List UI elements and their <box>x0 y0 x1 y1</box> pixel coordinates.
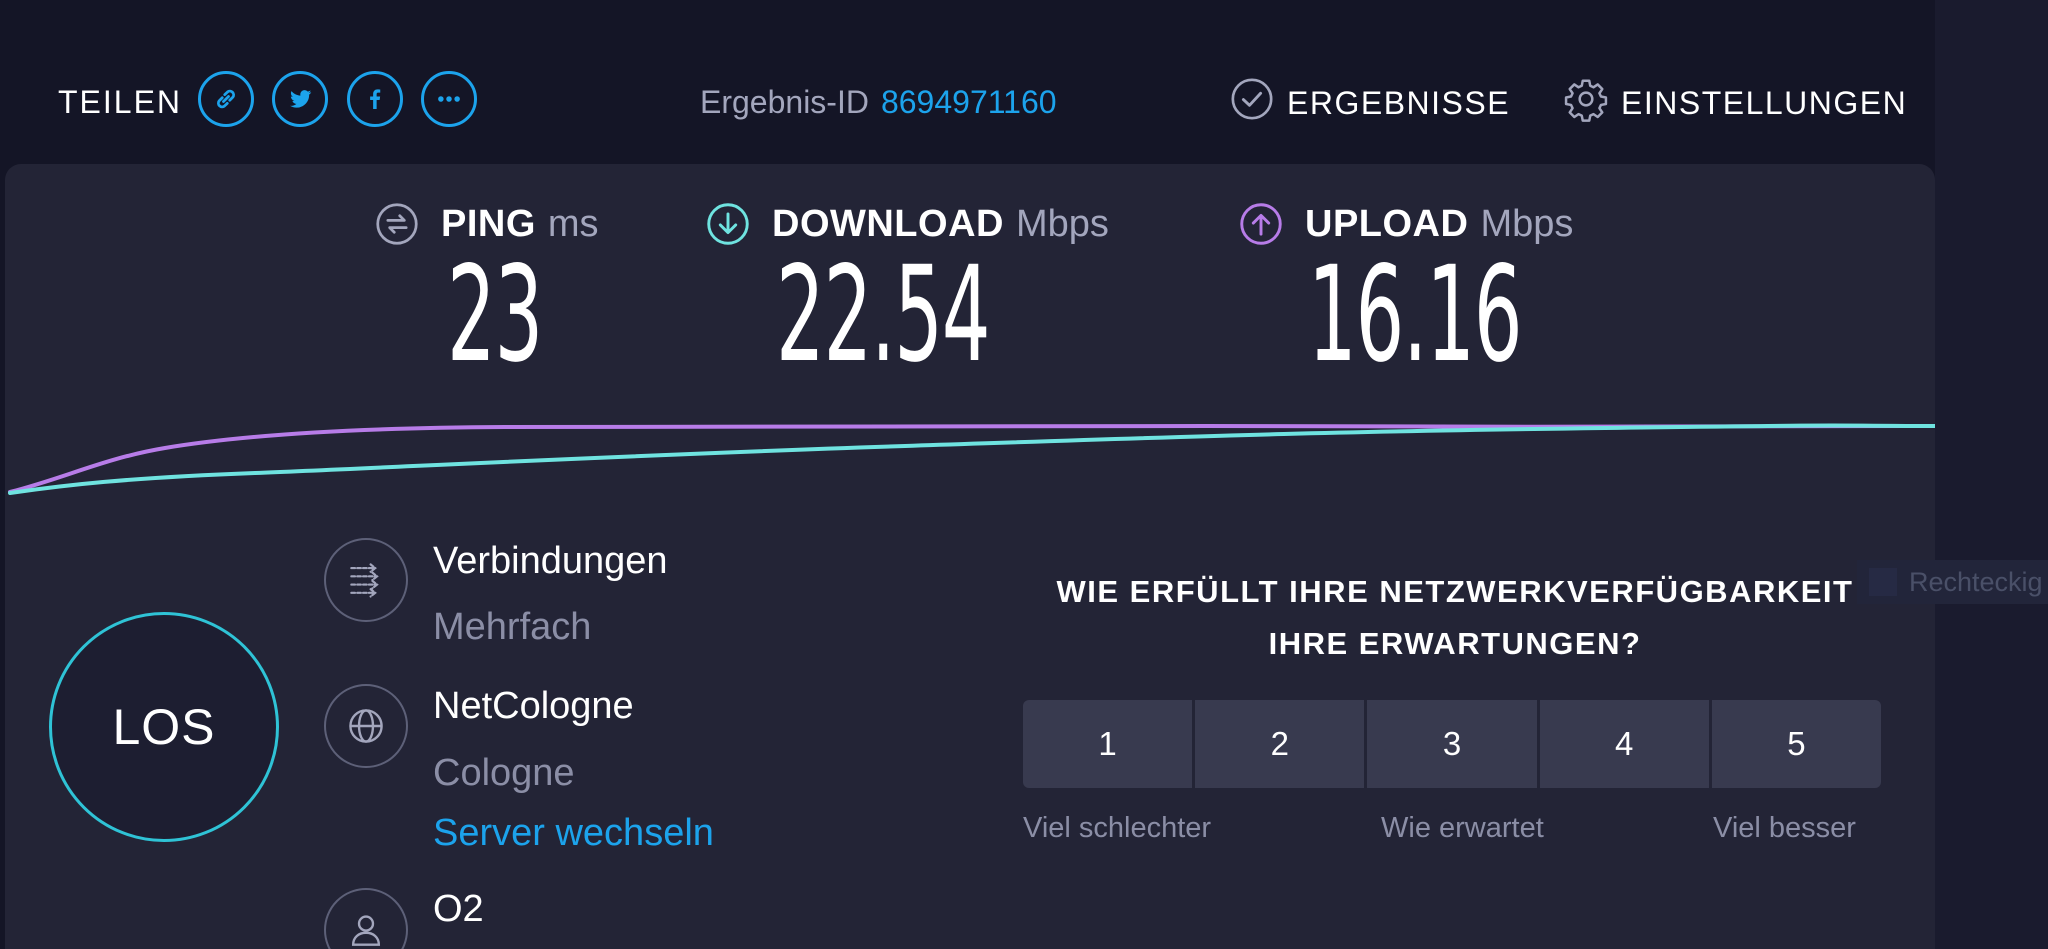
connections-value: Mehrfach <box>433 606 592 648</box>
rating-button-2[interactable]: 2 <box>1195 700 1365 788</box>
user-icon <box>351 915 381 946</box>
globe-icon <box>349 709 383 743</box>
speedtest-page: TEILEN Ergebnis-ID 8694971160 ERGEBNISSE… <box>0 0 2048 949</box>
download-value: 22.54 <box>776 238 991 392</box>
check-circle-icon <box>1231 78 1273 120</box>
facebook-icon <box>370 89 381 109</box>
result-id-link[interactable]: 8694971160 <box>881 84 1057 120</box>
connections-icon <box>350 563 379 598</box>
twitter-icon <box>290 90 312 108</box>
connections-title: Verbindungen <box>433 540 668 582</box>
upload-icon <box>1240 203 1282 245</box>
gear-icon <box>1564 79 1608 122</box>
upload-graph-line <box>8 423 1935 494</box>
scale-high-label: Viel besser <box>1713 812 1856 844</box>
share-label: TEILEN <box>58 84 183 120</box>
share-twitter-button[interactable] <box>272 71 328 127</box>
ping-value: 23 <box>447 238 543 392</box>
rating-button-5[interactable]: 5 <box>1711 700 1882 788</box>
rating-button-3[interactable]: 3 <box>1367 700 1537 788</box>
result-id-label: Ergebnis-ID <box>700 84 869 120</box>
scale-low-label: Viel schlechter <box>1023 812 1212 844</box>
side-background <box>1935 0 2048 949</box>
overlay-tooltip-text: Rechteckig <box>1909 567 2043 597</box>
share-facebook-button[interactable] <box>347 71 403 127</box>
server-name: NetCologne <box>433 685 634 727</box>
start-test-button[interactable]: LOS <box>49 612 279 842</box>
speed-graph <box>8 423 1935 495</box>
rating-button-1[interactable]: 1 <box>1023 700 1193 788</box>
survey-question-line2: IHRE ERWARTUNGEN? <box>1268 626 1642 661</box>
server-icon-wrap <box>324 684 408 768</box>
server-location: Cologne <box>433 752 575 794</box>
rating-button-4[interactable]: 4 <box>1539 700 1709 788</box>
provider-name: O2 <box>433 888 484 930</box>
change-server-link[interactable]: Server wechseln <box>433 812 714 855</box>
tooltip-square-icon <box>1869 568 1897 596</box>
rating-scale: 1 2 3 4 5 <box>1023 700 1882 788</box>
overlay-tooltip: Rechteckig <box>1857 560 2048 604</box>
download-unit: Mbps <box>1015 202 1109 245</box>
download-icon <box>707 203 749 245</box>
settings-label: EINSTELLUNGEN <box>1621 84 1908 121</box>
download-graph-line <box>8 423 1935 495</box>
upload-value: 16.16 <box>1308 238 1523 392</box>
survey-question: WIE ERFÜLLT IHRE NETZWERKVERFÜGBARKEIT I… <box>1000 566 1910 670</box>
scale-mid-label: Wie erwartet <box>1381 812 1544 844</box>
link-icon <box>217 89 235 109</box>
ping-icon <box>376 203 418 245</box>
results-label: ERGEBNISSE <box>1287 84 1511 121</box>
survey-question-line1: WIE ERFÜLLT IHRE NETZWERKVERFÜGBARKEIT <box>1056 574 1854 609</box>
connections-icon-wrap <box>324 538 408 622</box>
ping-unit: ms <box>547 202 599 245</box>
more-icon <box>438 96 460 102</box>
settings-link[interactable]: EINSTELLUNGEN <box>1563 79 1908 122</box>
result-id: Ergebnis-ID 8694971160 <box>700 84 1057 121</box>
share-more-button[interactable] <box>421 71 477 127</box>
share-link-button[interactable] <box>198 71 254 127</box>
results-link[interactable]: ERGEBNISSE <box>1229 78 1511 122</box>
